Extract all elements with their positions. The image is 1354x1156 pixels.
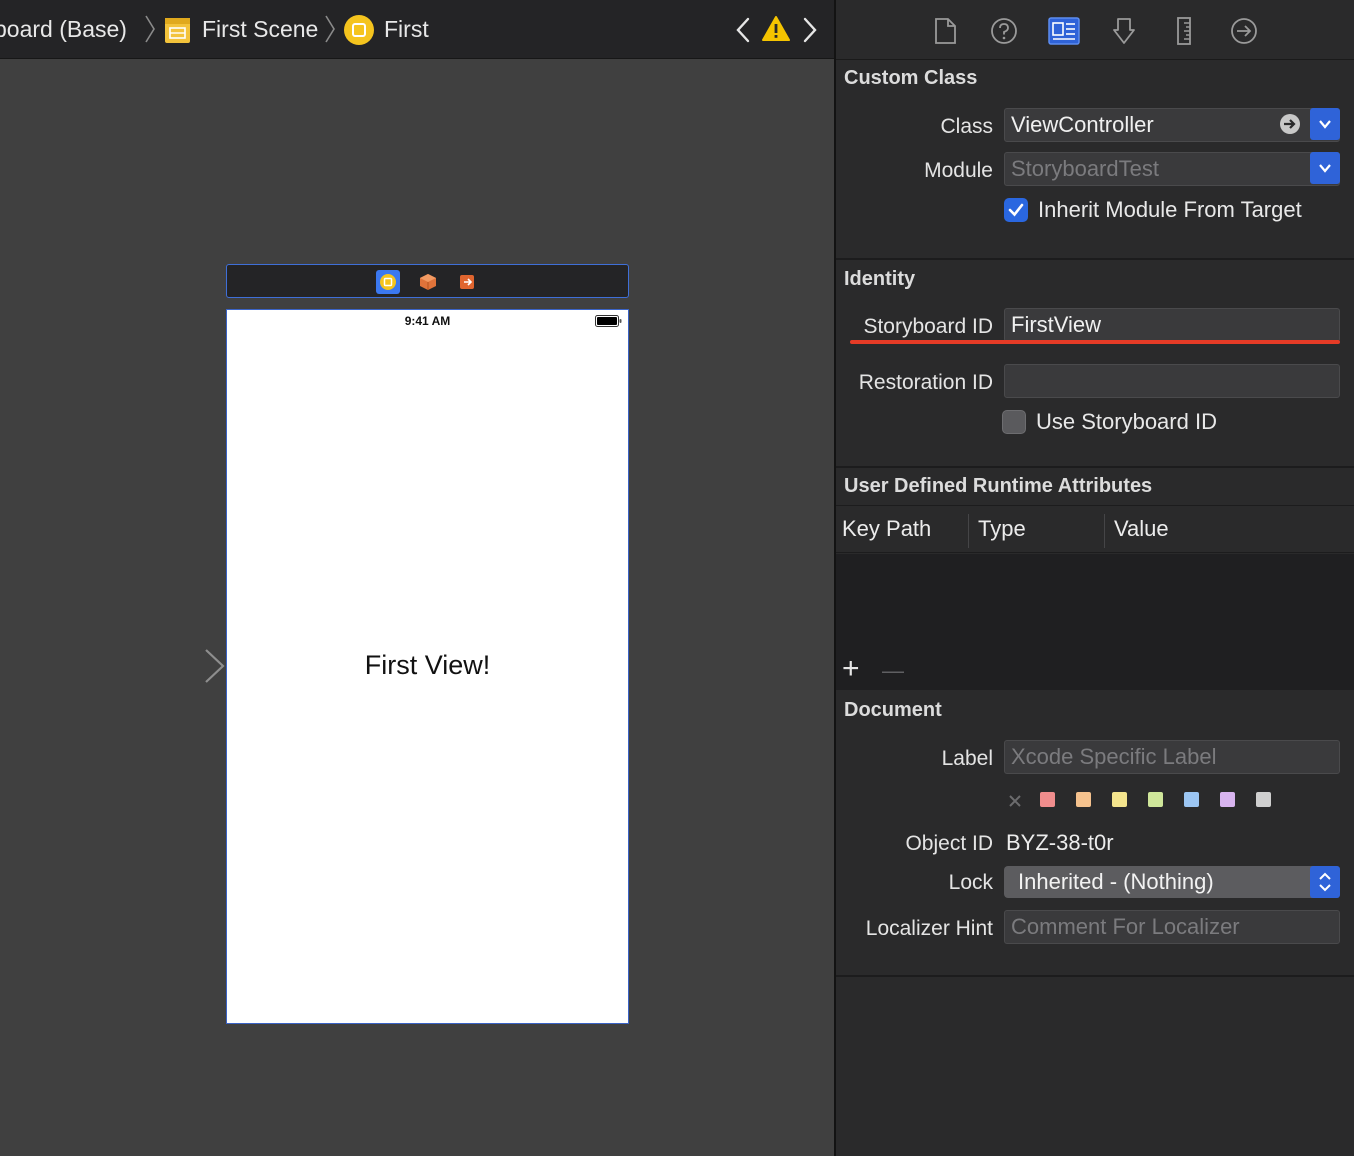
remove-attribute-button[interactable]: —	[882, 660, 904, 682]
jump-bar: board (Base) First Scene First	[0, 0, 835, 59]
section-divider	[836, 258, 1354, 260]
inherit-module-checkbox[interactable]	[1004, 198, 1028, 222]
identity-inspector: Custom Class Class ViewController Module…	[836, 0, 1354, 1156]
lock-value: Inherited - (Nothing)	[1018, 869, 1214, 894]
battery-icon	[595, 315, 622, 327]
label-color-yellow[interactable]	[1112, 792, 1127, 807]
storyboard-id-field[interactable]: FirstView	[1004, 308, 1340, 342]
clear-color-icon[interactable]	[1008, 794, 1022, 808]
back-icon[interactable]	[733, 16, 755, 44]
module-label: Module	[924, 159, 993, 182]
lock-stepper-button[interactable]	[1310, 866, 1340, 898]
use-storyboard-id-label[interactable]: Use Storyboard ID	[1036, 409, 1217, 435]
column-type[interactable]: Type	[978, 516, 1026, 542]
add-attribute-button[interactable]: +	[842, 654, 860, 684]
checkmark-icon	[1008, 203, 1024, 217]
restoration-id-label: Restoration ID	[858, 371, 993, 394]
first-view-label[interactable]: First View!	[227, 650, 628, 681]
view-controller-icon[interactable]	[376, 270, 400, 294]
scene-dock[interactable]	[226, 264, 629, 298]
forward-icon[interactable]	[798, 16, 820, 44]
highlight-underline	[850, 340, 1340, 344]
label-color-orange[interactable]	[1076, 792, 1091, 807]
warning-icon[interactable]	[762, 15, 790, 43]
breadcrumb-storyboard[interactable]: board (Base)	[0, 0, 127, 58]
use-storyboard-id-checkbox[interactable]	[1002, 410, 1026, 434]
scene-icon	[165, 18, 190, 43]
document-heading: Document	[844, 699, 942, 721]
breadcrumb-scene[interactable]: First Scene	[202, 0, 318, 58]
runtime-attributes-table-header: Key Path Type Value	[836, 505, 1354, 553]
first-responder-cube-icon[interactable]	[416, 270, 440, 294]
up-down-chevron-icon	[1319, 872, 1331, 892]
identity-heading: Identity	[844, 268, 916, 290]
xcode-window: board (Base) First Scene First 9:41 AM F…	[0, 0, 1354, 1156]
breadcrumb-controller[interactable]: First	[384, 0, 429, 58]
identity-inspector-icon[interactable]	[1048, 15, 1080, 47]
breadcrumb-chevron-icon	[145, 15, 155, 43]
label-color-purple[interactable]	[1220, 792, 1235, 807]
file-inspector-icon[interactable]	[930, 16, 960, 46]
status-bar-time: 9:41 AM	[404, 314, 451, 328]
attributes-inspector-icon[interactable]	[1109, 16, 1139, 46]
label-field[interactable]: Xcode Specific Label	[1004, 740, 1340, 774]
connections-inspector-icon[interactable]	[1229, 16, 1259, 46]
column-divider	[968, 514, 969, 548]
chevron-down-icon	[1319, 164, 1331, 173]
module-field[interactable]: StoryboardTest	[1004, 152, 1340, 186]
localizer-hint-label: Localizer Hint	[865, 917, 993, 940]
lock-popup[interactable]: Inherited - (Nothing)	[1004, 866, 1340, 898]
exit-icon[interactable]	[455, 270, 479, 294]
module-dropdown-button[interactable]	[1310, 152, 1340, 184]
chevron-down-icon	[1319, 120, 1331, 129]
column-value[interactable]: Value	[1114, 516, 1169, 542]
size-inspector-icon[interactable]	[1169, 16, 1199, 46]
initial-view-controller-arrow-icon	[118, 649, 225, 683]
inspector-tab-bar	[836, 0, 1354, 60]
label-color-gray[interactable]	[1256, 792, 1271, 807]
runtime-attributes-table-body[interactable]: + —	[836, 554, 1354, 690]
storyboard-id-label: Storyboard ID	[863, 315, 993, 338]
label-color-red[interactable]	[1040, 792, 1055, 807]
section-divider	[836, 975, 1354, 977]
runtime-attributes-heading: User Defined Runtime Attributes	[844, 475, 1153, 497]
inherit-module-label[interactable]: Inherit Module From Target	[1038, 197, 1302, 223]
iphone-view[interactable]: 9:41 AM First View!	[226, 309, 629, 1024]
help-icon[interactable]	[989, 16, 1019, 46]
custom-class-heading: Custom Class	[844, 67, 978, 89]
class-dropdown-button[interactable]	[1310, 108, 1340, 140]
section-divider	[836, 466, 1354, 468]
view-controller-icon	[344, 15, 374, 45]
breadcrumb-chevron-icon	[325, 15, 335, 43]
label-color-green[interactable]	[1148, 792, 1163, 807]
localizer-hint-field[interactable]: Comment For Localizer	[1004, 910, 1340, 944]
lock-label: Lock	[948, 871, 993, 894]
class-label: Class	[940, 115, 993, 138]
go-to-class-arrow-icon[interactable]	[1279, 113, 1301, 135]
restoration-id-field[interactable]	[1004, 364, 1340, 398]
storyboard-canvas[interactable]: board (Base) First Scene First 9:41 AM F…	[0, 0, 835, 1156]
object-id-value: BYZ-38-t0r	[1006, 830, 1114, 855]
column-key-path[interactable]: Key Path	[842, 516, 931, 542]
column-divider	[1104, 514, 1105, 548]
label-label: Label	[941, 747, 993, 770]
label-color-blue[interactable]	[1184, 792, 1199, 807]
object-id-label: Object ID	[905, 832, 993, 855]
